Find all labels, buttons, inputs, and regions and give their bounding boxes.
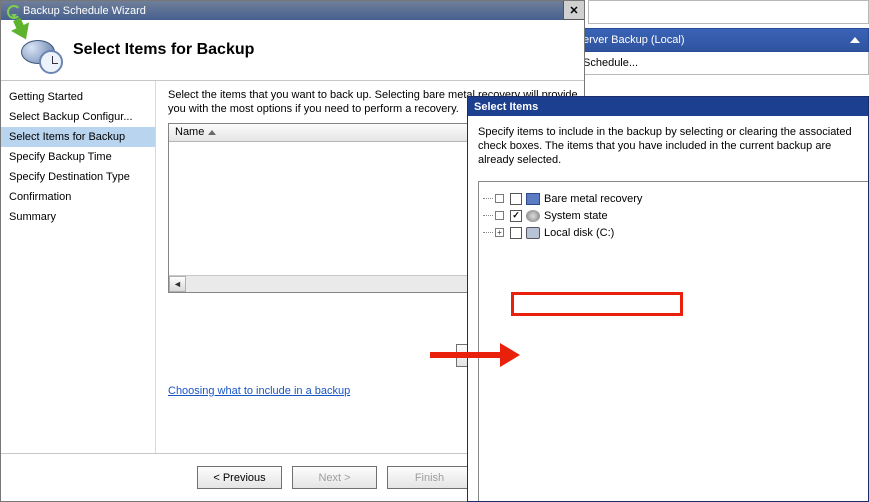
server-backup-panel: erver Backup (Local) Schedule... (574, 28, 869, 75)
select-items-dialog: Select Items Specify items to include in… (467, 96, 869, 502)
select-items-tree[interactable]: Bare metal recovery System state + Local… (478, 181, 868, 501)
scroll-left-icon[interactable]: ◄ (169, 276, 186, 292)
close-icon: ✕ (569, 4, 578, 17)
page-title: Select Items for Backup (73, 41, 254, 59)
step-select-backup-config[interactable]: Select Backup Configur... (1, 107, 155, 127)
step-specify-backup-time[interactable]: Specify Backup Time (1, 147, 155, 167)
finish-button: Finish (387, 466, 472, 489)
checkbox-local-disk[interactable] (510, 227, 522, 239)
step-select-items[interactable]: Select Items for Backup (1, 127, 155, 147)
select-items-title-text: Select Items (474, 101, 538, 113)
wizard-header: Select Items for Backup (1, 20, 584, 80)
tree-label: Local disk (C:) (544, 227, 614, 239)
tree-label: Bare metal recovery (544, 193, 642, 205)
server-icon (526, 193, 540, 205)
select-items-description: Specify items to include in the backup b… (468, 116, 868, 181)
select-items-titlebar[interactable]: Select Items (468, 97, 868, 116)
tree-label: System state (544, 210, 608, 222)
previous-button[interactable]: < Previous (197, 466, 282, 489)
tree-expander-icon[interactable]: + (495, 228, 504, 237)
step-specify-destination[interactable]: Specify Destination Type (1, 167, 155, 187)
wizard-titlebar[interactable]: Backup Schedule Wizard ✕ (1, 1, 584, 20)
help-link-choosing[interactable]: Choosing what to include in a backup (168, 385, 350, 397)
next-button: Next > (292, 466, 377, 489)
tree-item-local-disk[interactable]: + Local disk (C:) (495, 224, 868, 241)
tree-item-bare-metal[interactable]: Bare metal recovery (495, 190, 868, 207)
tree-item-system-state[interactable]: System state (495, 207, 868, 224)
collapse-arrow-icon[interactable] (850, 37, 860, 43)
background-strip (588, 0, 869, 24)
server-backup-item-label: Schedule... (583, 57, 638, 69)
server-backup-item-schedule[interactable]: Schedule... (574, 52, 869, 75)
annotation-arrow-shaft (430, 352, 502, 358)
tree-expander-icon[interactable] (495, 194, 504, 203)
wizard-title-text: Backup Schedule Wizard (23, 5, 563, 17)
step-summary[interactable]: Summary (1, 207, 155, 227)
close-button[interactable]: ✕ (563, 1, 584, 20)
gear-icon (526, 210, 540, 222)
server-backup-title: erver Backup (Local) (583, 34, 685, 46)
sort-asc-icon (208, 130, 216, 135)
wizard-title-icon (5, 4, 19, 18)
column-header-label: Name (175, 126, 204, 138)
tree-expander-icon[interactable] (495, 211, 504, 220)
server-backup-header[interactable]: erver Backup (Local) (574, 28, 869, 52)
step-confirmation[interactable]: Confirmation (1, 187, 155, 207)
step-getting-started[interactable]: Getting Started (1, 87, 155, 107)
wizard-steps-nav: Getting Started Select Backup Configur..… (1, 81, 156, 453)
disk-icon (526, 227, 540, 239)
checkbox-bare-metal[interactable] (510, 193, 522, 205)
wizard-header-icon (13, 26, 63, 74)
annotation-arrow-head-icon (500, 343, 520, 367)
checkbox-system-state[interactable] (510, 210, 522, 222)
